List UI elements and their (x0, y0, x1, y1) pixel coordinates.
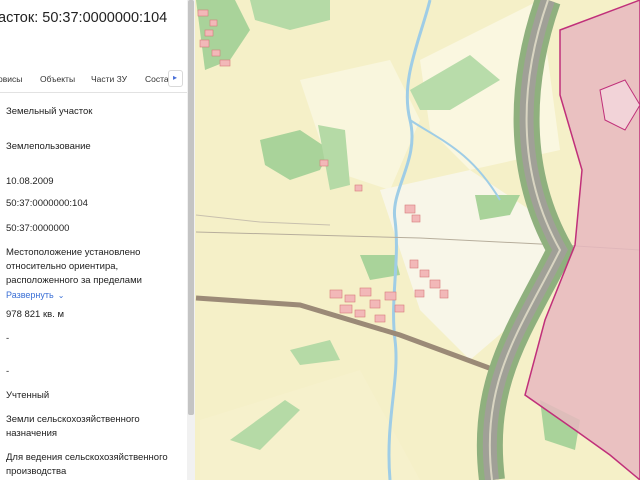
tab-composition[interactable]: Соста (145, 74, 169, 84)
page-title: асток: 50:37:0000000:104 (0, 10, 168, 26)
tabs-scroll-right-button[interactable]: ▸ (168, 70, 183, 87)
field-value-1: - (6, 333, 10, 344)
tab-services[interactable]: рвисы (0, 74, 22, 84)
scrollbar-thumb[interactable] (188, 0, 194, 415)
field-permitted-use: Для ведения сельскохозяйственного произв… (6, 452, 168, 477)
field-status: Учтенный (6, 390, 50, 401)
tab-parts[interactable]: Части ЗУ (91, 74, 127, 84)
field-object-type: Земельный участок (6, 106, 93, 117)
panel-scrollbar[interactable] (187, 0, 195, 480)
field-quarter: 50:37:0000000 (6, 223, 70, 234)
expand-label: Развернуть (6, 290, 54, 300)
field-category: Земли сельскохозяйственного назначения (6, 414, 140, 439)
chevron-right-icon: ▸ (173, 73, 178, 82)
field-area: 978 821 кв. м (6, 309, 64, 320)
chevron-down-icon: ⌄ (57, 291, 65, 300)
field-subtype: Землепользование (6, 141, 91, 152)
field-date: 10.08.2009 (6, 176, 54, 187)
field-value-2: - (6, 366, 10, 377)
field-location: Местоположение установлено относительно … (6, 247, 142, 286)
tab-bar: рвисы Объекты Части ЗУ Соста (0, 66, 188, 93)
tab-objects[interactable]: Объекты (40, 74, 75, 84)
info-panel: асток: 50:37:0000000:104 рвисы Объекты Ч… (0, 0, 188, 480)
field-cadastral-number: 50:37:0000000:104 (6, 198, 88, 209)
expand-link[interactable]: Развернуть ⌄ (6, 290, 64, 300)
